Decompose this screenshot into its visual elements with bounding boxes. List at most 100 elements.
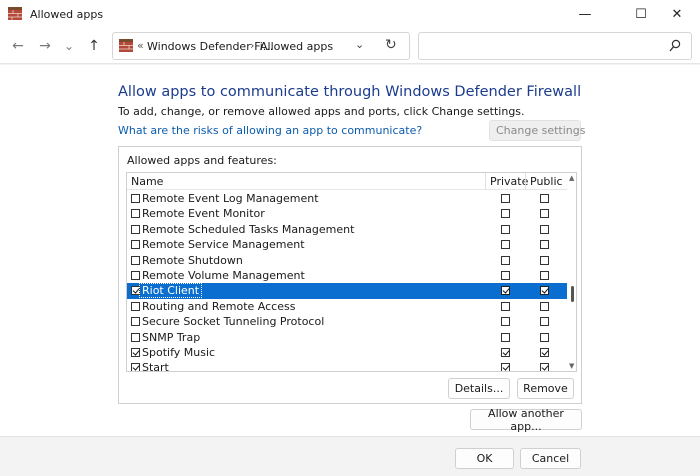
list-item[interactable]: Remote Volume Management — [127, 268, 567, 283]
list-item[interactable]: SNMP Trap — [127, 330, 567, 345]
public-network-checkbox[interactable] — [540, 363, 549, 371]
dialog-footer: OK Cancel — [0, 436, 700, 476]
group-label: Allowed apps and features: — [127, 154, 277, 167]
enable-rule-checkbox[interactable] — [131, 332, 140, 342]
list-item[interactable]: Riot Client — [127, 283, 567, 299]
list-item[interactable]: Start — [127, 360, 567, 371]
back-arrow-icon[interactable]: ← — [10, 36, 26, 56]
recent-locations-chevron-icon[interactable]: ⌄ — [62, 36, 76, 56]
private-network-checkbox[interactable] — [501, 255, 510, 265]
list-scrollbar[interactable]: ▲ ▼ — [568, 173, 576, 371]
private-network-checkbox[interactable] — [501, 240, 510, 250]
page-title: Allow apps to communicate through Window… — [118, 84, 582, 100]
enable-rule-checkbox[interactable] — [131, 270, 140, 280]
allowed-apps-group: Allowed apps and features: Name Private … — [118, 146, 582, 404]
public-network-checkbox[interactable] — [540, 301, 549, 311]
column-header-public[interactable]: Public — [530, 175, 563, 188]
private-network-checkbox[interactable] — [501, 332, 510, 342]
list-item[interactable]: Spotify Music — [127, 345, 567, 360]
private-network-checkbox[interactable] — [501, 224, 510, 234]
private-network-checkbox[interactable] — [501, 363, 510, 371]
close-button[interactable]: ✕ — [654, 0, 700, 28]
breadcrumb-separator-icon[interactable]: › — [250, 39, 254, 52]
details-button[interactable]: Details... — [448, 378, 510, 399]
enable-rule-checkbox[interactable] — [131, 194, 140, 203]
public-network-checkbox[interactable] — [540, 286, 549, 296]
search-input[interactable] — [418, 32, 692, 60]
ok-button[interactable]: OK — [455, 448, 514, 469]
public-network-checkbox[interactable] — [540, 332, 549, 342]
app-name: Routing and Remote Access — [142, 299, 296, 313]
app-name: Remote Event Monitor — [142, 207, 265, 221]
enable-rule-checkbox[interactable] — [131, 224, 140, 234]
column-header-name[interactable]: Name — [131, 175, 163, 188]
enable-rule-checkbox[interactable] — [131, 363, 140, 371]
title-bar: Allowed apps — ☐ ✕ — [0, 0, 700, 28]
private-network-checkbox[interactable] — [501, 301, 510, 311]
list-item[interactable]: Secure Socket Tunneling Protocol — [127, 314, 567, 329]
public-network-checkbox[interactable] — [540, 209, 549, 219]
forward-arrow-icon[interactable]: → — [37, 36, 53, 56]
public-network-checkbox[interactable] — [540, 317, 549, 327]
change-settings-button[interactable]: Change settings — [489, 120, 585, 141]
change-settings-label: Change settings — [496, 124, 586, 137]
app-name: SNMP Trap — [142, 330, 201, 344]
app-name: Riot Client — [138, 283, 203, 299]
enable-rule-checkbox[interactable] — [131, 240, 140, 250]
public-network-checkbox[interactable] — [540, 240, 549, 250]
public-network-checkbox[interactable] — [540, 255, 549, 265]
list-rows: Remote Event Log Management Remote Event … — [127, 191, 567, 371]
search-icon — [669, 39, 681, 52]
column-divider — [525, 173, 526, 190]
public-network-checkbox[interactable] — [540, 224, 549, 234]
remove-button[interactable]: Remove — [517, 378, 574, 399]
list-item[interactable]: Remote Shutdown — [127, 253, 567, 268]
private-network-checkbox[interactable] — [501, 209, 510, 219]
scroll-down-arrow-icon[interactable]: ▼ — [569, 362, 574, 370]
private-network-checkbox[interactable] — [501, 286, 510, 296]
public-network-checkbox[interactable] — [540, 270, 549, 280]
enable-rule-checkbox[interactable] — [131, 255, 140, 265]
navigation-bar: ← → ⌄ ↑ « Windows Defender Fi... › Allow… — [0, 28, 700, 64]
firewall-brick-icon — [8, 7, 22, 20]
breadcrumb-allowed-apps[interactable]: Allowed apps — [260, 40, 333, 53]
up-arrow-icon[interactable]: ↑ — [86, 36, 102, 56]
column-header-private[interactable]: Private — [490, 175, 528, 188]
column-divider — [485, 173, 486, 190]
scroll-up-arrow-icon[interactable]: ▲ — [569, 174, 574, 182]
address-dropdown-chevron-icon[interactable]: ⌄ — [355, 38, 364, 51]
list-item[interactable]: Remote Scheduled Tasks Management — [127, 222, 567, 237]
private-network-checkbox[interactable] — [501, 270, 510, 280]
enable-rule-checkbox[interactable] — [131, 301, 140, 311]
public-network-checkbox[interactable] — [540, 194, 549, 203]
list-item[interactable]: Routing and Remote Access — [127, 299, 567, 314]
scroll-thumb[interactable] — [571, 286, 574, 302]
minimize-button[interactable]: — — [562, 0, 608, 28]
allowed-apps-list[interactable]: Name Private Public Remote Event Log Man… — [126, 172, 577, 372]
private-network-checkbox[interactable] — [501, 194, 510, 203]
list-item[interactable]: Remote Event Log Management — [127, 191, 567, 206]
enable-rule-checkbox[interactable] — [131, 209, 140, 219]
app-name: Remote Event Log Management — [142, 192, 319, 205]
enable-rule-checkbox[interactable] — [131, 347, 140, 357]
list-header: Name Private Public — [127, 173, 567, 190]
app-name: Remote Volume Management — [142, 268, 305, 282]
risks-link[interactable]: What are the risks of allowing an app to… — [118, 124, 422, 137]
breadcrumb-overflow-icon[interactable]: « — [137, 39, 144, 52]
app-name: Secure Socket Tunneling Protocol — [142, 315, 325, 329]
main-content: Allow apps to communicate through Window… — [0, 65, 700, 436]
list-item[interactable]: Remote Event Monitor — [127, 206, 567, 221]
address-bar[interactable]: « Windows Defender Fi... › Allowed apps … — [112, 32, 410, 60]
app-name: Spotify Music — [142, 345, 216, 359]
private-network-checkbox[interactable] — [501, 317, 510, 327]
refresh-icon[interactable]: ↻ — [385, 37, 397, 53]
allow-another-app-button[interactable]: Allow another app... — [470, 407, 582, 433]
enable-rule-checkbox[interactable] — [131, 286, 140, 296]
public-network-checkbox[interactable] — [540, 347, 549, 357]
private-network-checkbox[interactable] — [501, 347, 510, 357]
app-name: Remote Scheduled Tasks Management — [142, 222, 355, 236]
page-description: To add, change, or remove allowed apps a… — [118, 105, 525, 118]
cancel-button[interactable]: Cancel — [520, 448, 581, 469]
enable-rule-checkbox[interactable] — [131, 317, 140, 327]
list-item[interactable]: Remote Service Management — [127, 237, 567, 252]
